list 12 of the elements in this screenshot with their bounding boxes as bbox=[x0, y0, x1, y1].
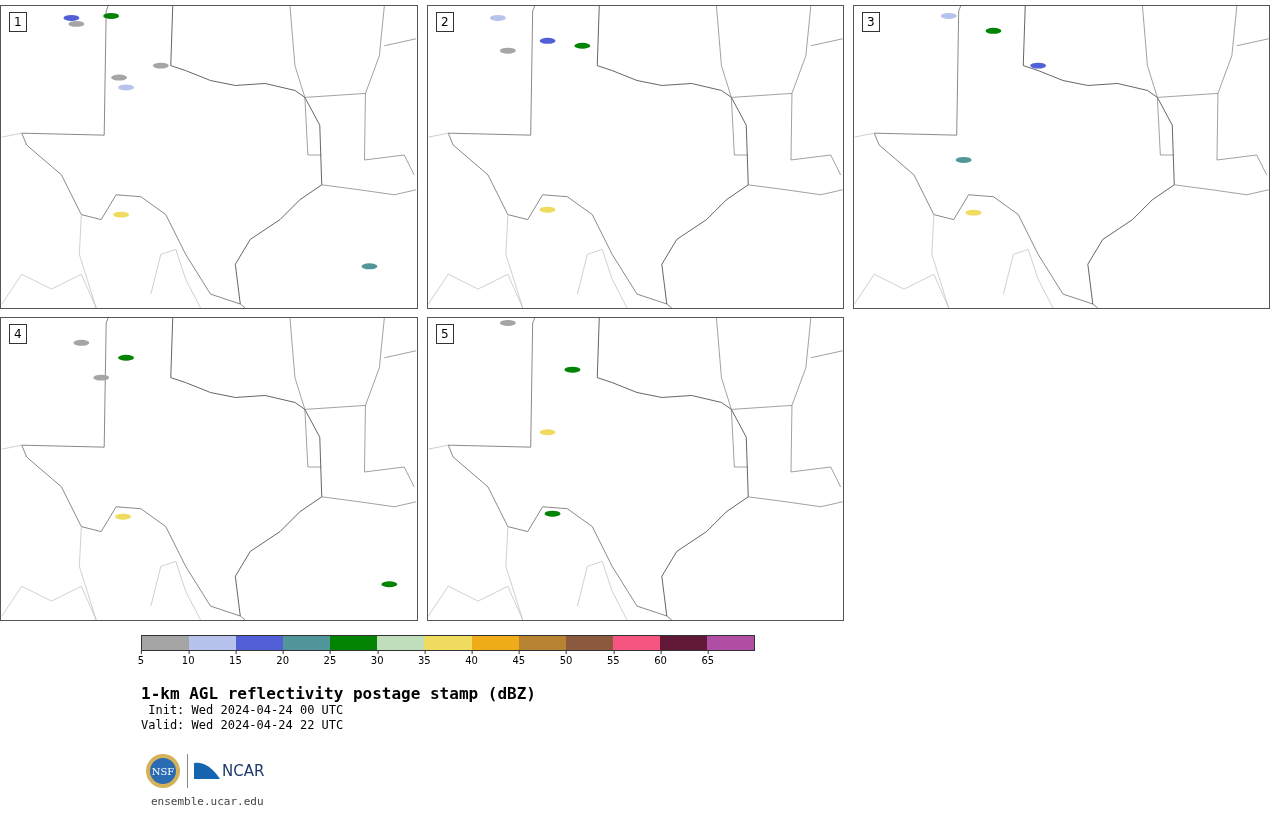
ncar-swoosh-icon bbox=[194, 761, 220, 781]
website-url: ensemble.ucar.edu bbox=[151, 795, 265, 808]
panel-number: 3 bbox=[862, 12, 880, 32]
panel-number: 2 bbox=[436, 12, 454, 32]
nsf-logo: NSF bbox=[145, 753, 181, 789]
ncar-logo-text: NCAR bbox=[222, 762, 265, 780]
init-time: Init: Wed 2024-04-24 00 UTC bbox=[147, 703, 345, 718]
chart-title: 1-km AGL reflectivity postage stamp (dBZ) bbox=[141, 685, 537, 703]
valid-time: Valid: Wed 2024-04-24 22 UTC bbox=[141, 718, 345, 733]
panel-number: 5 bbox=[436, 324, 454, 344]
panel-number: 1 bbox=[9, 12, 27, 32]
panel-number: 4 bbox=[9, 324, 27, 344]
